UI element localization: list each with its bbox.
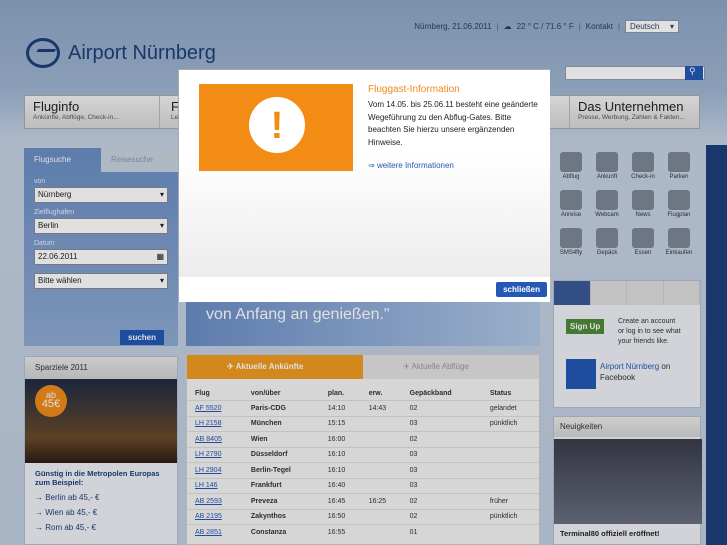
info-modal: ! Fluggast-Information Vom 14.05. bis 25… [178,69,550,302]
more-info-link[interactable]: ⇒ weitere Informationen [368,161,454,170]
modal-title: Fluggast-Information [368,84,460,95]
modal-text: Vom 14.05. bis 25.06.11 besteht eine geä… [368,100,538,147]
close-button[interactable]: schließen [496,282,547,297]
warning-banner: ! [199,84,353,171]
warning-icon: ! [249,97,305,153]
arrow-right-icon: ⇒ [368,161,377,170]
